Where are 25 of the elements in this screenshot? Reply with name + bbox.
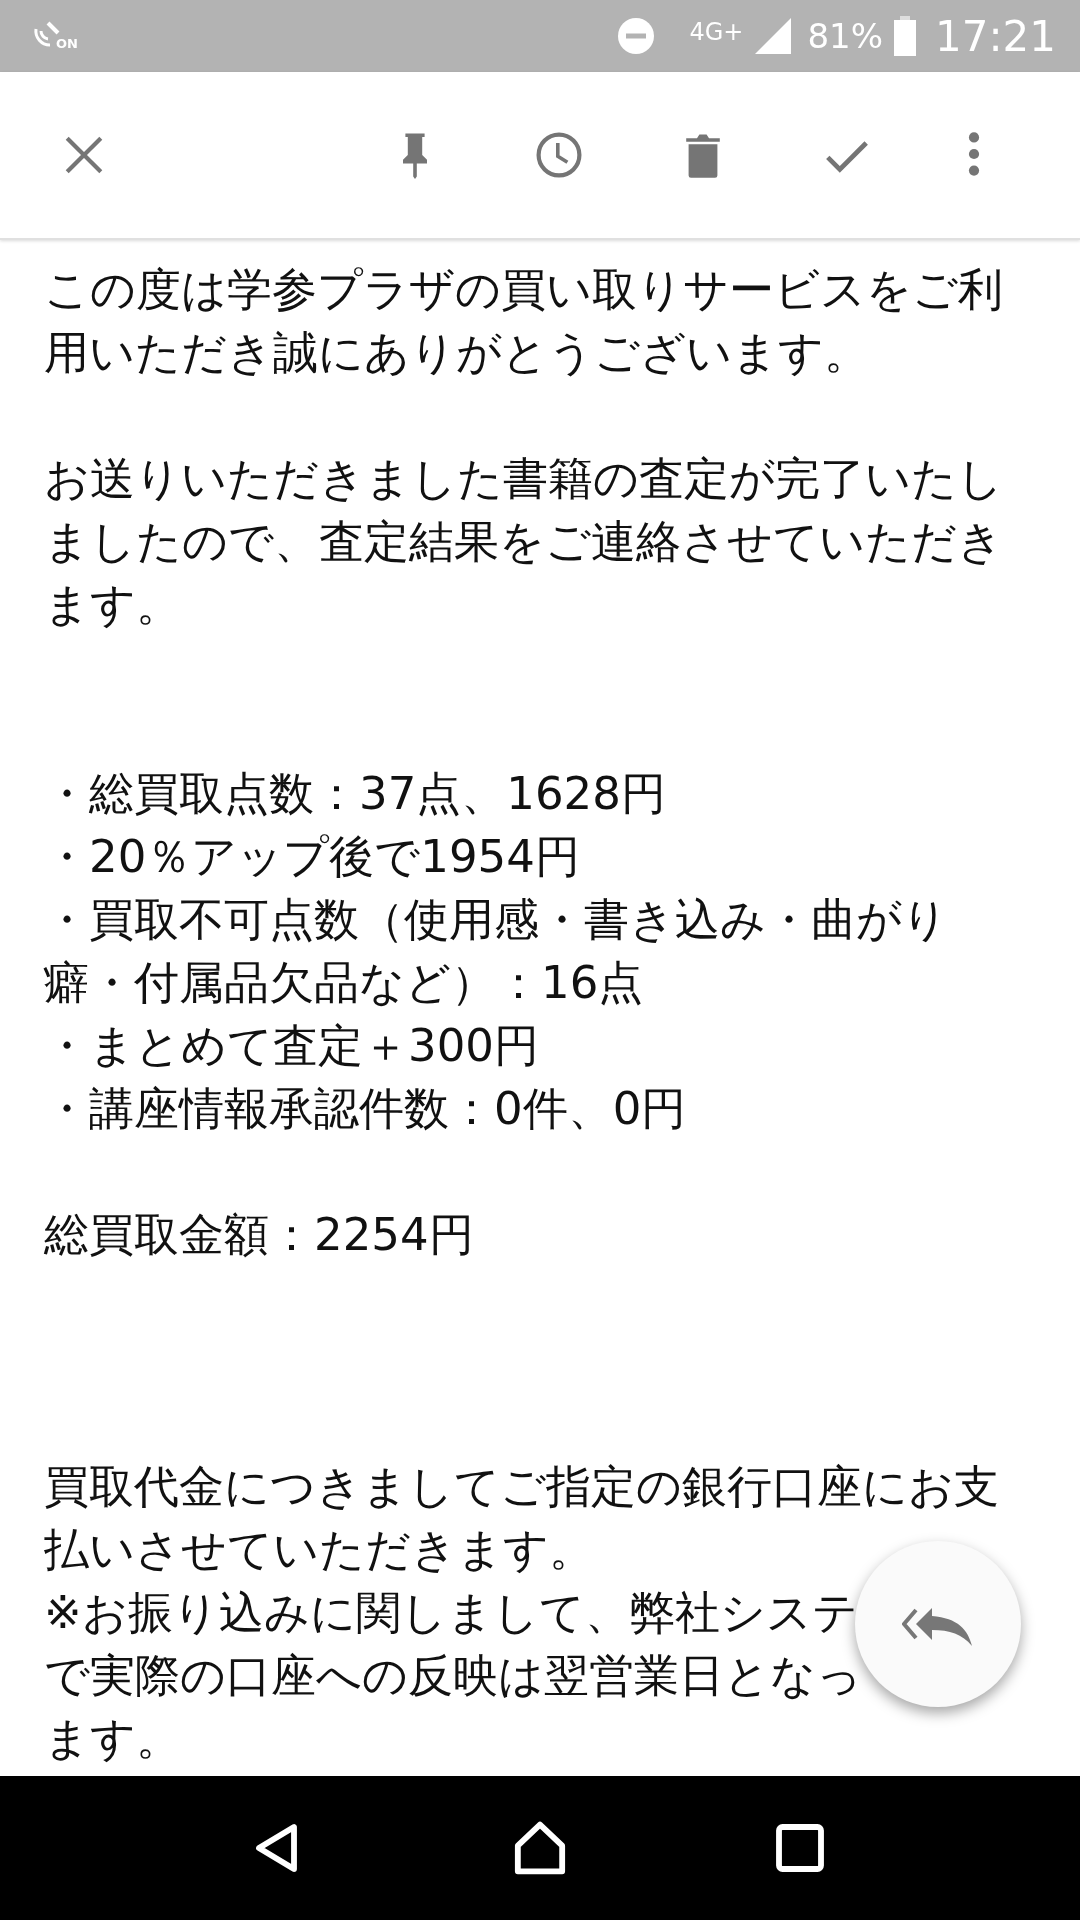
nfc-label: ON — [56, 36, 78, 51]
battery-icon — [892, 16, 917, 56]
clock-icon — [535, 131, 583, 179]
paragraph: この度は学参プラザの買い取りサービスをご利 用いただき誠にありがとうございます。 — [44, 262, 1003, 381]
battery-percent: 81% — [807, 16, 883, 56]
signal-icon — [753, 16, 794, 56]
clock-time: 17:21 — [934, 11, 1056, 61]
list-item: ・総買取点数：37点、1628円 — [44, 766, 666, 822]
text-line: ます。 — [44, 1711, 181, 1767]
list-item: ・20％アップ後で1954円 — [44, 829, 580, 885]
network-type: 4G+ — [689, 17, 744, 46]
paragraph: 総買取金額：2254円 — [44, 1207, 474, 1263]
list-item: ・買取不可点数（使用感・書き込み・曲がり 癖・付属品欠品など）：16点 — [44, 892, 948, 1011]
paragraph: お送りいただきました書籍の査定が完了いたし ましたので、査定結果をご連絡させていただき ます。 — [44, 451, 1003, 633]
clock-button[interactable] — [535, 131, 583, 179]
paragraph: 買取代金につきましてご指定の銀行口座にお支 払いさせていただきます。 — [44, 1459, 999, 1578]
do-not-disturb-icon — [617, 17, 656, 55]
home-button[interactable] — [512, 1820, 568, 1876]
list-item: ・講座情報承認件数：0件、0円 — [44, 1081, 687, 1137]
house-icon — [512, 1820, 568, 1876]
text-line: ※お振り込みに関しまして、弊社システ — [44, 1585, 858, 1641]
list-item: ・まとめて査定＋300円 — [44, 1018, 539, 1074]
more-icon — [967, 131, 981, 177]
text-line: で実際の口座への反映は翌営業日となっ — [44, 1648, 862, 1704]
reply-all-button[interactable] — [855, 1541, 1021, 1707]
